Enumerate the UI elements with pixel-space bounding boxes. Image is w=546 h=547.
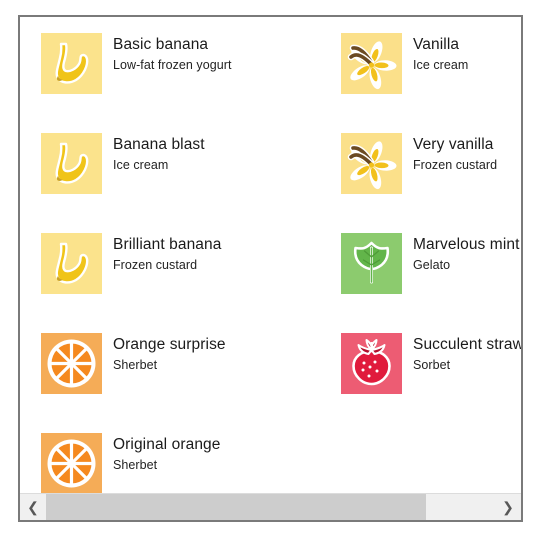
list-item-labels: Orange surprise Sherbet [113,333,226,374]
list-item[interactable]: Very vanilla Frozen custard [341,133,521,194]
mint-leaf-icon [341,233,402,294]
list-item[interactable]: Vanilla Ice cream [341,33,521,94]
list-item-subtitle: Low-fat frozen yogurt [113,58,232,72]
list-item-title: Vanilla [413,36,460,53]
list-item-labels: Banana blast Ice cream [113,133,205,174]
list-window-frame: Basic banana Low-fat frozen yogurt Banan… [18,15,523,522]
list-item-labels: Marvelous mint Gelato [413,233,520,274]
banana-icon [41,233,102,294]
orange-icon [41,333,102,394]
list-item-subtitle: Frozen custard [413,158,498,172]
list-viewport[interactable]: Basic banana Low-fat frozen yogurt Banan… [20,17,521,493]
list-item-labels: Basic banana Low-fat frozen yogurt [113,33,231,74]
list-item-labels: Vanilla Ice cream [413,33,468,74]
list-item-title: Brilliant banana [113,236,222,253]
list-item-labels: Succulent strawberry Sorbet [413,333,521,374]
list-item-title: Succulent strawberry [413,336,521,353]
list-item-title: Marvelous mint [413,236,520,253]
list-item-subtitle: Ice cream [413,58,469,72]
scroll-left-button[interactable]: ❮ [20,494,46,520]
list-item-title: Original orange [113,436,221,453]
orange-icon [41,433,102,493]
horizontal-scrollbar[interactable]: ❮ ❯ [20,493,521,520]
flavor-grid: Basic banana Low-fat frozen yogurt Banan… [20,17,521,493]
scroll-right-button[interactable]: ❯ [495,494,521,520]
list-item[interactable]: Original orange Sherbet [41,433,441,493]
list-item-subtitle: Gelato [413,258,451,272]
strawberry-icon [341,333,402,394]
list-item-subtitle: Sherbet [113,458,158,472]
scrollbar-thumb[interactable] [46,494,426,520]
chevron-right-icon: ❯ [502,499,514,515]
list-item-labels: Brilliant banana Frozen custard [113,233,221,274]
list-item-title: Basic banana [113,36,209,53]
list-item-subtitle: Ice cream [113,158,169,172]
chevron-left-icon: ❮ [27,499,39,515]
vanilla-flower-icon [341,33,402,94]
list-item-title: Banana blast [113,136,205,153]
list-item-subtitle: Frozen custard [113,258,198,272]
list-item-labels: Very vanilla Frozen custard [413,133,497,174]
vanilla-flower-icon [341,133,402,194]
banana-icon [41,33,102,94]
list-item[interactable]: Marvelous mint Gelato [341,233,521,294]
list-item-title: Very vanilla [413,136,494,153]
scrollbar-track[interactable] [46,494,495,520]
list-item[interactable]: Succulent strawberry Sorbet [341,333,521,394]
list-item-title: Orange surprise [113,336,226,353]
list-item-labels: Original orange Sherbet [113,433,220,474]
banana-icon [41,133,102,194]
list-item-subtitle: Sorbet [413,358,451,372]
list-item-subtitle: Sherbet [113,358,158,372]
app-window: Basic banana Low-fat frozen yogurt Banan… [0,0,546,547]
